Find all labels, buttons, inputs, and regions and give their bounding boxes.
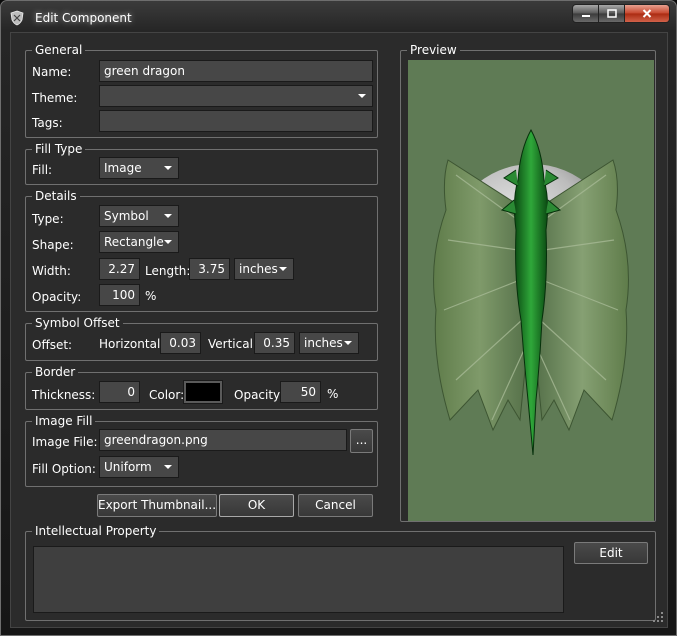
shape-dropdown[interactable]: Rectangle <box>99 231 179 253</box>
intellectual-property-legend: Intellectual Property <box>32 524 160 538</box>
ok-button[interactable]: OK <box>219 494 294 517</box>
theme-dropdown[interactable] <box>99 85 373 107</box>
chevron-down-icon <box>164 166 172 170</box>
tags-label: Tags: <box>32 116 63 130</box>
general-group: General Name: green dragon Theme: Tags: <box>25 43 378 138</box>
fill-option-value: Uniform <box>104 460 152 474</box>
chevron-down-icon <box>164 214 172 218</box>
shield-app-icon <box>10 10 24 26</box>
chevron-down-icon <box>344 341 352 345</box>
border-legend: Border <box>32 365 79 379</box>
fill-dropdown[interactable]: Image <box>99 157 179 179</box>
thickness-label: Thickness: <box>32 388 96 402</box>
right-wing <box>535 159 629 432</box>
chevron-down-icon <box>358 94 366 98</box>
image-fill-group: Image Fill Image File: greendragon.png .… <box>25 414 378 487</box>
preview-legend: Preview <box>407 43 460 57</box>
vertical-label: Vertical: <box>208 337 257 351</box>
details-legend: Details <box>32 189 80 203</box>
edit-button[interactable]: Edit <box>574 542 648 564</box>
color-label: Color: <box>149 388 185 402</box>
opacity-percent-label: % <box>145 289 157 303</box>
fill-option-dropdown[interactable]: Uniform <box>99 456 179 478</box>
green-dragon-image <box>433 128 629 456</box>
length-label: Length: <box>145 264 191 278</box>
intellectual-property-group: Intellectual Property Edit <box>25 524 656 621</box>
chevron-down-icon <box>279 267 287 271</box>
fill-type-group: Fill Type Fill: Image <box>25 142 378 185</box>
image-file-label: Image File: <box>32 435 98 449</box>
name-input[interactable]: green dragon <box>99 60 373 82</box>
type-value: Symbol <box>104 209 149 223</box>
minimize-icon <box>581 14 590 17</box>
fill-label: Fill: <box>32 163 53 177</box>
close-icon <box>642 9 652 18</box>
opacity-input[interactable]: 100 <box>99 284 140 306</box>
edit-component-window: Edit Component General Name: green drago… <box>0 0 677 636</box>
border-color-swatch[interactable] <box>183 380 223 404</box>
title-bar[interactable]: Edit Component <box>1 1 676 33</box>
symbol-offset-legend: Symbol Offset <box>32 316 123 330</box>
shape-label: Shape: <box>32 238 74 252</box>
resize-grip-icon[interactable] <box>652 611 664 623</box>
preview-group: Preview <box>400 43 656 522</box>
symbol-offset-group: Symbol Offset Offset: Horizontal: 0.03 V… <box>25 316 378 361</box>
opacity-label: Opacity: <box>32 290 82 304</box>
border-opacity-percent-label: % <box>327 387 339 401</box>
image-file-input[interactable]: greendragon.png <box>99 429 347 451</box>
name-label: Name: <box>32 65 72 79</box>
dialog-client-area: General Name: green dragon Theme: Tags: … <box>10 32 668 628</box>
offset-units-value: inches <box>304 336 343 350</box>
intellectual-property-textarea[interactable] <box>33 546 564 613</box>
border-opacity-label: Opacity: <box>234 388 284 402</box>
minimize-button[interactable] <box>572 4 599 23</box>
theme-label: Theme: <box>32 91 78 105</box>
preview-canvas <box>408 60 654 521</box>
units-dropdown[interactable]: inches <box>234 258 294 280</box>
units-value: inches <box>239 262 278 276</box>
cancel-button[interactable]: Cancel <box>298 494 373 517</box>
caption-buttons <box>572 4 670 23</box>
image-fill-legend: Image Fill <box>32 414 96 428</box>
width-label: Width: <box>32 264 71 278</box>
close-button[interactable] <box>625 4 670 23</box>
tags-input[interactable] <box>99 110 373 132</box>
offset-units-dropdown[interactable]: inches <box>299 332 359 354</box>
chevron-down-icon <box>164 240 172 244</box>
window-title: Edit Component <box>35 11 132 25</box>
thickness-input[interactable]: 0 <box>99 381 140 403</box>
vertical-offset-input[interactable]: 0.35 <box>254 332 295 354</box>
offset-label: Offset: <box>32 338 73 352</box>
maximize-icon <box>606 9 617 18</box>
export-thumbnail-button[interactable]: Export Thumbnail... <box>97 494 217 517</box>
browse-button[interactable]: ... <box>350 429 373 453</box>
horizontal-offset-input[interactable]: 0.03 <box>160 332 201 354</box>
fill-value: Image <box>104 161 142 175</box>
shape-value: Rectangle <box>104 235 164 249</box>
details-group: Details Type: Symbol Shape: Rectangle Wi… <box>25 189 378 312</box>
width-input[interactable]: 2.27 <box>99 258 140 280</box>
fill-type-legend: Fill Type <box>32 142 86 156</box>
length-input[interactable]: 3.75 <box>189 258 230 280</box>
maximize-button[interactable] <box>599 4 625 23</box>
fill-option-label: Fill Option: <box>32 462 96 476</box>
type-dropdown[interactable]: Symbol <box>99 205 179 227</box>
type-label: Type: <box>32 212 64 226</box>
border-opacity-input[interactable]: 50 <box>280 381 321 403</box>
border-group: Border Thickness: 0 Color: Opacity: 50 % <box>25 365 378 410</box>
chevron-down-icon <box>164 465 172 469</box>
general-legend: General <box>32 43 86 57</box>
horizontal-label: Horizontal: <box>99 337 165 351</box>
